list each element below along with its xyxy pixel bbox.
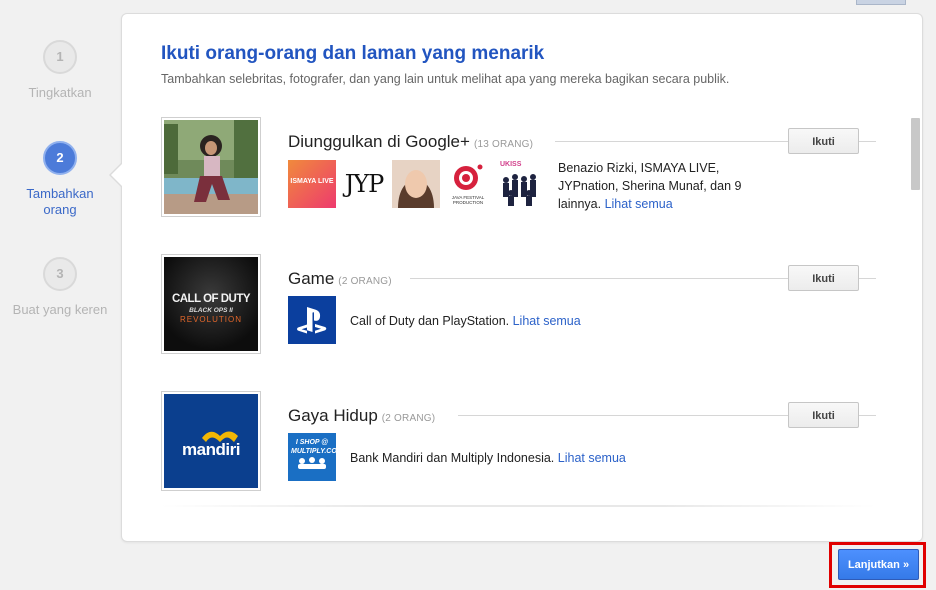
multiply-logo: I SHOP @ MULTIPLY.COM bbox=[291, 439, 336, 455]
category-title[interactable]: Gaya Hidup (2 ORANG) bbox=[288, 406, 435, 426]
mandiri-logo: mandiri bbox=[182, 440, 240, 459]
description-text: Call of Duty dan PlayStation. bbox=[350, 314, 510, 328]
see-all-link[interactable]: Lihat semua bbox=[513, 314, 581, 328]
java-festival-logo: JAVA FESTIVAL PRODUCTION bbox=[451, 195, 485, 205]
see-all-link[interactable]: Lihat semua bbox=[605, 197, 673, 211]
featured-cover-photo bbox=[164, 120, 258, 214]
description-text: Bank Mandiri dan Multiply Indonesia. bbox=[350, 451, 555, 465]
continue-button[interactable]: Lanjutkan » bbox=[838, 549, 919, 580]
cod-revolution: REVOLUTION bbox=[179, 315, 242, 324]
category-count: (2 ORANG) bbox=[338, 276, 392, 287]
playstation-icon bbox=[297, 307, 327, 334]
jyp-thumb[interactable]: JYP bbox=[340, 160, 388, 208]
category-description-game: Call of Duty dan PlayStation. Lihat semu… bbox=[350, 312, 750, 330]
page-subtitle: Tambahkan selebritas, fotografer, dan ya… bbox=[161, 72, 730, 86]
page-title: Ikuti orang-orang dan laman yang menarik bbox=[161, 43, 545, 64]
ismaya-live-logo: ISMAYA LIVE bbox=[290, 178, 334, 185]
category-name[interactable]: Game bbox=[288, 269, 334, 288]
category-name[interactable]: Gaya Hidup bbox=[288, 406, 378, 425]
category-description-lifestyle: Bank Mandiri dan Multiply Indonesia. Lih… bbox=[350, 449, 750, 467]
list-fade-divider bbox=[161, 505, 876, 507]
java-festival-thumb[interactable]: JAVA FESTIVAL PRODUCTION bbox=[444, 160, 492, 208]
card-pointer-inner bbox=[111, 164, 122, 186]
cod-subtitle: BLACK OPS II bbox=[189, 307, 233, 314]
multiply-thumb[interactable]: I SHOP @ MULTIPLY.COM bbox=[288, 433, 336, 481]
sherina-photo bbox=[392, 160, 440, 208]
step-label: Tambahkan orang bbox=[26, 186, 94, 217]
category-count: (13 ORANG) bbox=[473, 139, 534, 150]
category-cover-game[interactable]: CALL OF DUTY BLACK OPS II REVOLUTION bbox=[161, 254, 261, 354]
category-title[interactable]: Diunggulkan di Google+ (13 ORANG) bbox=[288, 132, 533, 152]
see-all-link[interactable]: Lihat semua bbox=[558, 451, 626, 465]
playstation-thumb[interactable] bbox=[288, 296, 336, 344]
ukiss-logo: UKISS bbox=[500, 161, 522, 168]
step-number: 1 bbox=[43, 40, 77, 74]
category-name[interactable]: Diunggulkan di Google+ bbox=[288, 132, 470, 151]
category-count: (2 ORANG) bbox=[381, 413, 436, 424]
step-label: Tingkatkan bbox=[28, 85, 92, 100]
step-number: 2 bbox=[43, 141, 77, 175]
category-cover-featured[interactable] bbox=[161, 117, 261, 217]
java-festival-icon bbox=[454, 164, 483, 190]
follow-button-game[interactable]: Ikuti bbox=[788, 265, 859, 291]
step-add-people: 2 Tambahkan orang bbox=[5, 141, 115, 218]
sherina-thumb[interactable] bbox=[392, 160, 440, 208]
category-cover-lifestyle[interactable]: mandiri bbox=[161, 391, 261, 491]
cod-title: CALL OF DUTY bbox=[171, 293, 251, 305]
step-upgrade: 1 Tingkatkan bbox=[5, 40, 115, 101]
category-description-featured: Benazio Rizki, ISMAYA LIVE, JYPnation, S… bbox=[558, 159, 768, 213]
jyp-logo: JYP bbox=[344, 170, 385, 198]
ismaya-live-thumb[interactable]: ISMAYA LIVE bbox=[288, 160, 336, 208]
category-title[interactable]: Game (2 ORANG) bbox=[288, 269, 392, 289]
ukiss-thumb[interactable]: UKISS bbox=[496, 160, 544, 208]
follow-button-lifestyle[interactable]: Ikuti bbox=[788, 402, 859, 428]
scrollbar-thumb[interactable] bbox=[911, 118, 920, 190]
step-create: 3 Buat yang keren bbox=[5, 257, 115, 318]
follow-button-featured[interactable]: Ikuti bbox=[788, 128, 859, 154]
step-number: 3 bbox=[43, 257, 77, 291]
step-label: Buat yang keren bbox=[12, 302, 108, 317]
profile-avatar[interactable] bbox=[856, 0, 906, 5]
